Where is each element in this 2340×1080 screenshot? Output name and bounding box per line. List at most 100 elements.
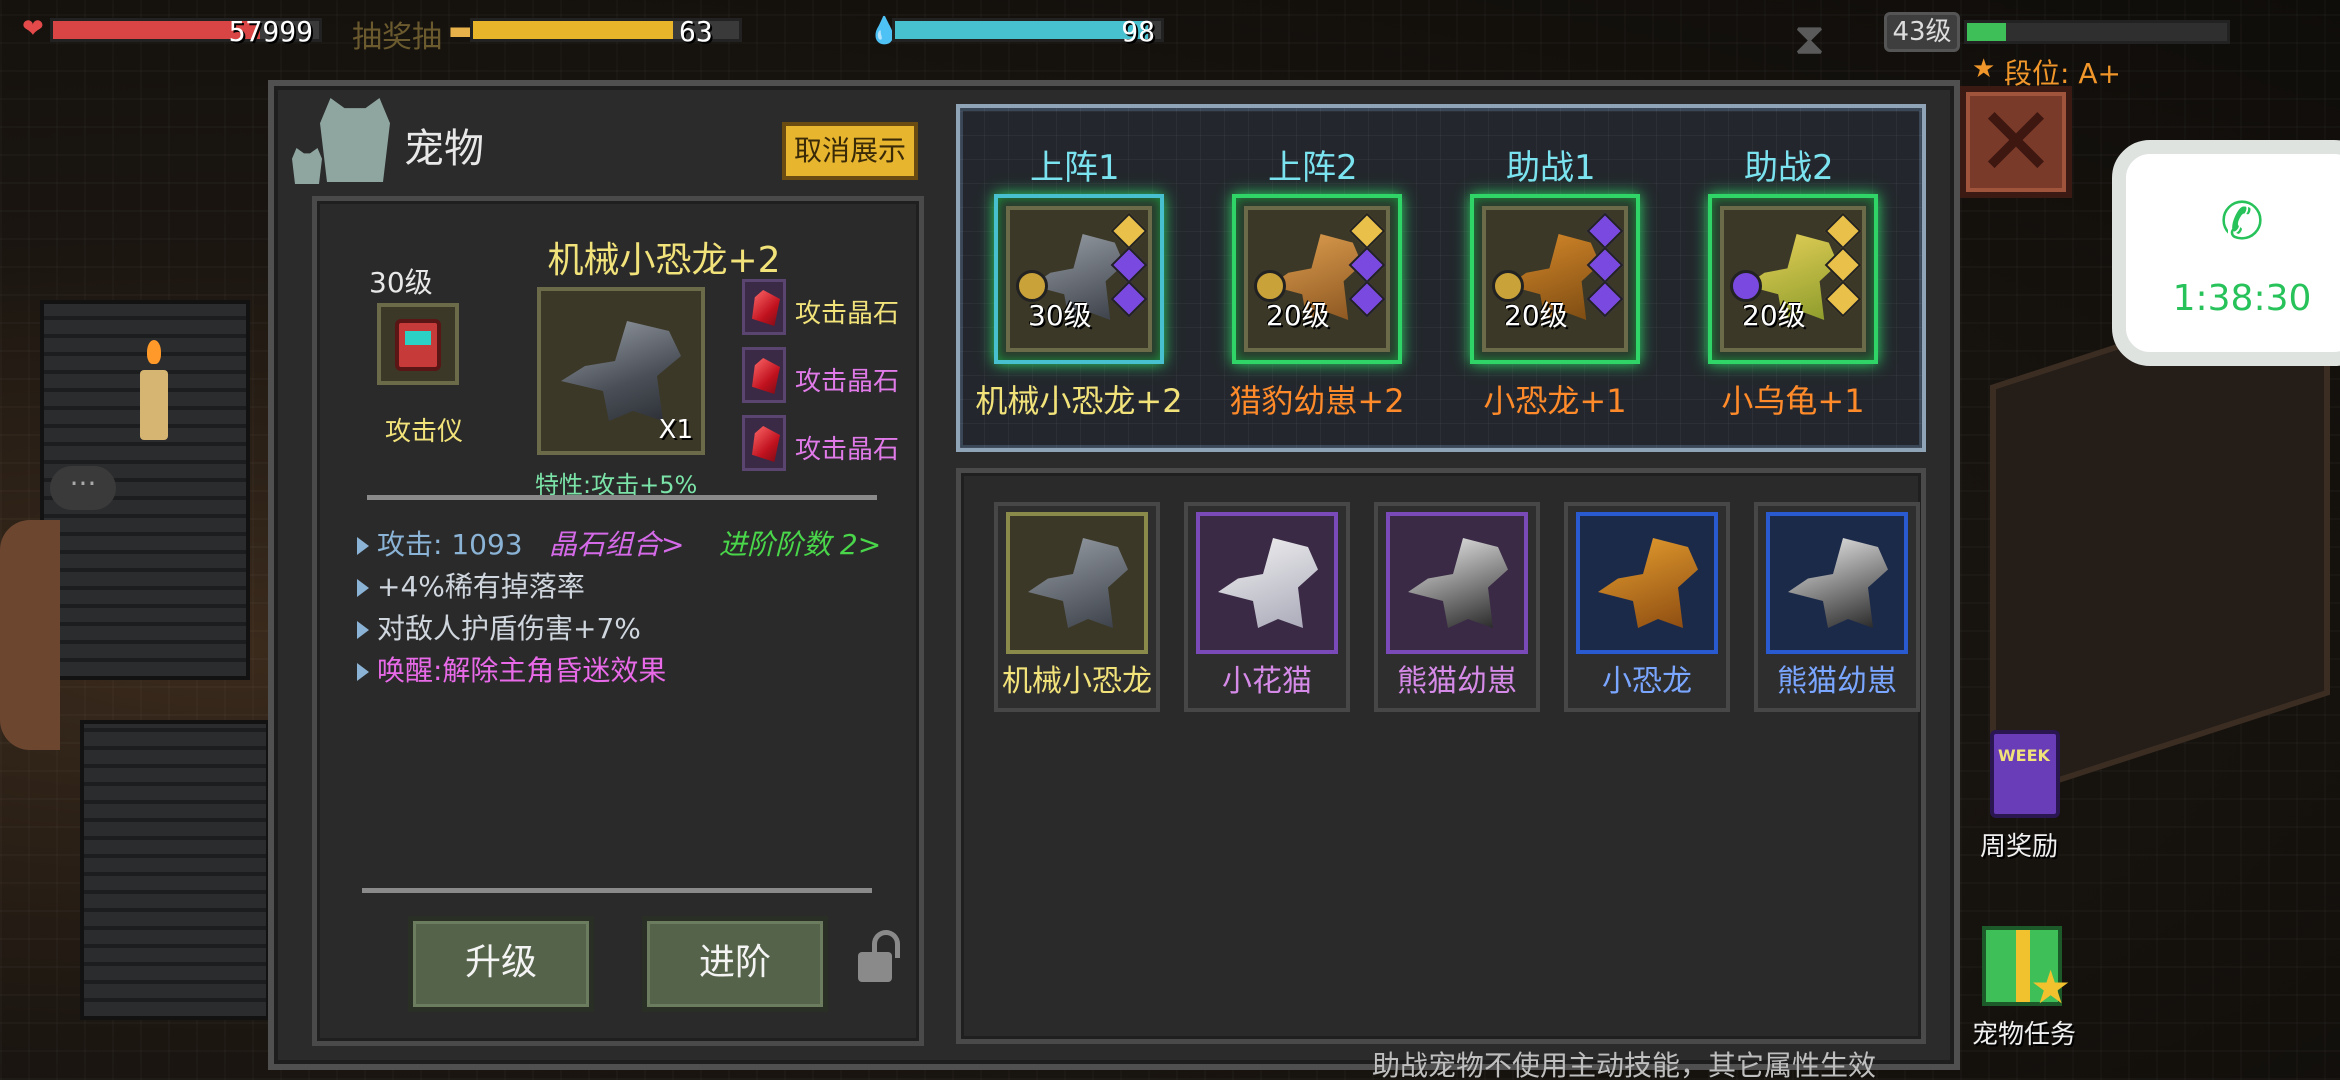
energy-bar-fill [473, 21, 673, 39]
inventory-pet-name: 小花猫 [1222, 664, 1312, 699]
red-crystal-icon [752, 290, 780, 326]
team-pet-level: 30级 [1028, 299, 1092, 332]
rune-icon [1586, 280, 1624, 318]
bg-npc [0, 520, 60, 750]
cancel-display-button[interactable]: 取消展示 [782, 122, 918, 180]
inventory-pet-name: 机械小恐龙 [1002, 664, 1152, 699]
team-pet-level: 20级 [1266, 299, 1330, 332]
inventory-pet-card[interactable]: 机械小恐龙 [994, 502, 1160, 712]
stat-awaken-text: 唤醒:解除主角昏迷效果 [377, 654, 667, 687]
call-widget[interactable]: ✆ 1:38:30 [2112, 140, 2340, 366]
gem-slot-1[interactable] [742, 279, 786, 335]
bg-flame [147, 340, 161, 364]
gem-combo-link[interactable]: 晶石组合> [549, 523, 684, 563]
team-slot-label: 上阵2 [1268, 148, 1358, 188]
team-pet-name: 猎豹幼崽+2 [1229, 382, 1405, 420]
pet-small-icon [292, 148, 322, 184]
advance-level-link[interactable]: 进阶阶数 2> [719, 523, 881, 563]
close-button[interactable]: ✕ [1960, 86, 2072, 198]
device-screen [405, 331, 431, 345]
team-slot[interactable]: 20级 [1470, 194, 1640, 364]
red-crystal-icon [752, 426, 780, 462]
gem-slot-2[interactable] [742, 347, 786, 403]
equipment-label: 攻击仪 [385, 417, 464, 447]
rank-star-icon: ★ [1972, 54, 1996, 84]
player-level-badge: 43级 [1884, 12, 1960, 52]
stat-attack: 攻击: 1093 [357, 523, 523, 563]
pet-sprite [1218, 538, 1318, 628]
team-pet-name: 小乌龟+1 [1721, 382, 1865, 420]
energy-bar: 63 [470, 15, 742, 48]
mana-bar: 98 [892, 15, 1164, 48]
attack-device-icon [395, 319, 441, 371]
team-slot-frame: 20级 [1720, 206, 1866, 352]
inventory-pet-card[interactable]: 熊猫幼崽 [1754, 502, 1920, 712]
faded-banner-text: 抽奖抽 [352, 20, 442, 55]
stat-drop: +4%稀有掉落率 [357, 565, 585, 605]
star-icon: ★ [2030, 960, 2072, 1014]
team-pet-level: 20级 [1742, 299, 1806, 332]
footer-note: 助战宠物不使用主动技能，其它属性生效 [1372, 1049, 1877, 1080]
close-icon: ✕ [1975, 86, 2057, 198]
pet-detail-panel: 机械小恐龙+2 30级 攻击仪 X1 特性:攻击+5% 攻击晶石 攻击晶石 攻击… [312, 196, 924, 1046]
rune-icon [1348, 212, 1386, 250]
stat-shield: 对敌人护盾伤害+7% [357, 607, 641, 647]
team-slot[interactable]: 20级 [1232, 194, 1402, 364]
exp-bar [1964, 20, 2230, 44]
chat-bubble-icon[interactable]: ··· [50, 466, 116, 510]
pet-task-button[interactable]: ★ [1978, 910, 2074, 1014]
gem-label-2: 攻击晶石 [795, 367, 900, 397]
panel-title: 宠物 [404, 126, 484, 172]
weekly-reward-button[interactable]: WEEK [1980, 730, 2064, 822]
stat-awaken: 唤醒:解除主角昏迷效果 [357, 649, 666, 689]
gift-ribbon [2016, 930, 2030, 1002]
team-slot[interactable]: 20级 [1708, 194, 1878, 364]
rune-icon [1348, 280, 1386, 318]
exp-bar-fill [1967, 23, 2006, 41]
team-slot-label: 助战1 [1506, 148, 1596, 188]
phone-icon: ✆ [2220, 192, 2264, 252]
team-pet-name: 机械小恐龙+2 [975, 382, 1183, 420]
heart-icon: ❤ [22, 14, 44, 44]
team-slot[interactable]: 30级 [994, 194, 1164, 364]
inventory-pet-name: 熊猫幼崽 [1777, 664, 1897, 699]
game-screen: ··· ··· ❤ 57999 抽奖抽 ▬ 63 💧 98 ⧗ 43级 ★ 段位… [0, 0, 2340, 1080]
mana-bar-fill [895, 21, 1148, 39]
inventory-pet-name: 熊猫幼崽 [1397, 664, 1517, 699]
hp-bar: 57999 [50, 15, 322, 48]
equipment-slot[interactable] [377, 303, 459, 385]
pet-sprite [1408, 538, 1508, 628]
unlock-icon[interactable] [858, 930, 900, 982]
rune-icon [1586, 212, 1624, 250]
inventory-pet-card[interactable]: 小花猫 [1184, 502, 1350, 712]
pet-panel: 宠物 取消展示 机械小恐龙+2 30级 攻击仪 X1 特性:攻击+5% 攻击晶石… [268, 80, 2072, 1080]
red-crystal-icon [752, 358, 780, 394]
bg-bookshelf-2 [80, 720, 270, 1020]
rune-icon [1110, 280, 1148, 318]
gem-slot-3[interactable] [742, 415, 786, 471]
gem-label-3: 攻击晶石 [795, 435, 900, 465]
pet-task-label: 宠物任务 [1972, 1020, 2077, 1050]
team-pet-level: 20级 [1504, 299, 1568, 332]
bg-candle [140, 370, 168, 440]
team-slot-label: 助战2 [1744, 148, 1834, 188]
upgrade-button[interactable]: 升级 [408, 916, 594, 1012]
inventory-pet-card[interactable]: 小恐龙 [1564, 502, 1730, 712]
stat-shield-text: 对敌人护盾伤害+7% [377, 612, 641, 645]
inventory-pet-name: 小恐龙 [1602, 664, 1692, 699]
mecha-dino-sprite [561, 321, 681, 421]
rune-icon [1110, 212, 1148, 250]
gem-label-1: 攻击晶石 [795, 299, 900, 329]
pet-cat-icon [320, 98, 390, 182]
pet-count: X1 [658, 415, 693, 445]
bullet-icon [357, 537, 369, 555]
stat-drop-text: +4%稀有掉落率 [377, 570, 585, 603]
energy-icon: ▬ [448, 16, 473, 46]
inventory-pet-card[interactable]: 熊猫幼崽 [1374, 502, 1540, 712]
bullet-icon [357, 621, 369, 639]
team-slot-frame: 30级 [1006, 206, 1152, 352]
energy-value: 63 [679, 15, 713, 48]
divider-bottom [362, 888, 872, 893]
rune-icon [1824, 280, 1862, 318]
advance-button[interactable]: 进阶 [642, 916, 828, 1012]
